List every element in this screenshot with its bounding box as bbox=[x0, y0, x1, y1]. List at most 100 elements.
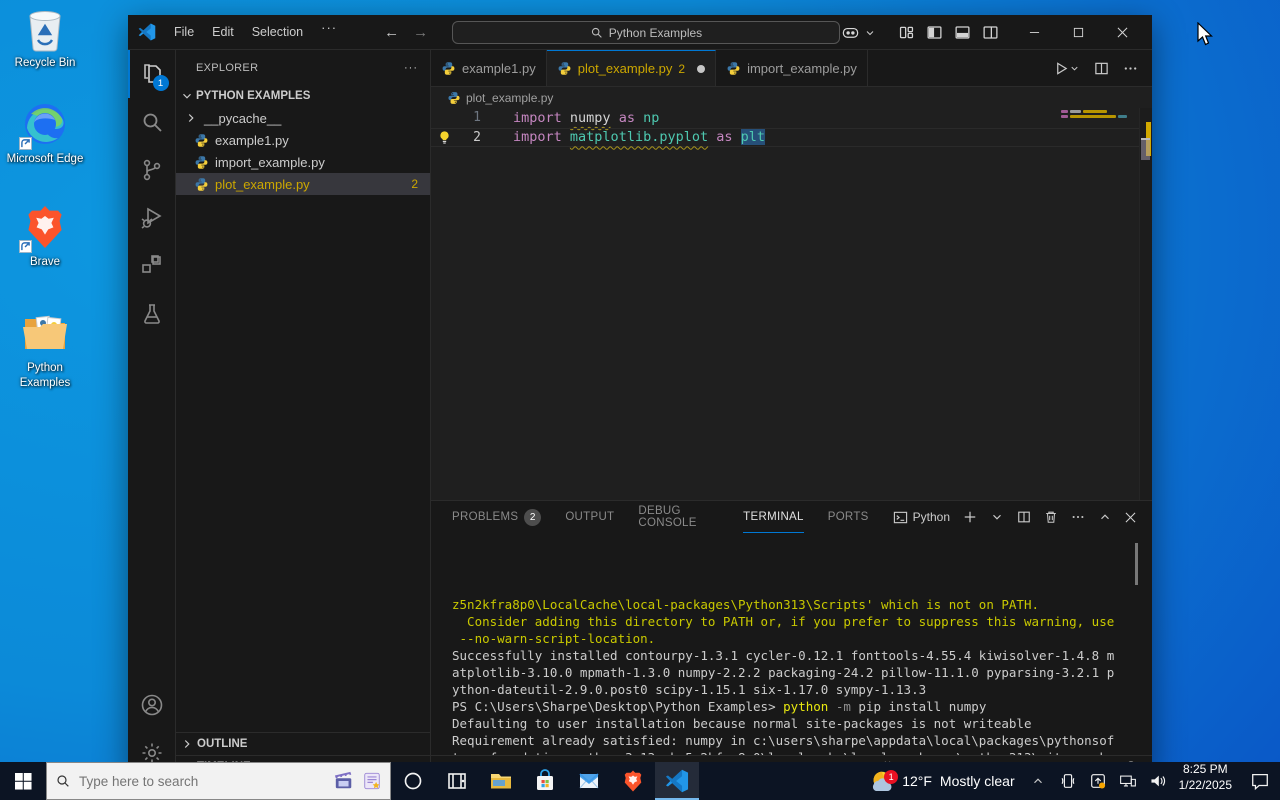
menu-edit[interactable]: Edit bbox=[203, 20, 243, 44]
tab-bar: example1.py plot_example.py 2 import_exampl… bbox=[431, 50, 1152, 87]
file-tree-item[interactable]: plot_example.py 2 bbox=[176, 173, 430, 195]
file-tree-item[interactable]: example1.py bbox=[176, 129, 430, 151]
activitybar-explorer[interactable]: 1 bbox=[127, 50, 176, 98]
panel-tab-ports[interactable]: PORTS bbox=[828, 501, 869, 533]
weather-widget[interactable]: 1 12°F Mostly clear bbox=[858, 762, 1024, 800]
command-center-search[interactable]: Python Examples bbox=[452, 21, 840, 44]
more-actions-button[interactable] bbox=[1123, 61, 1138, 76]
minimize-button[interactable] bbox=[1012, 15, 1056, 50]
terminal[interactable]: z5n2kfra8p0\LocalCache\local-packages\Py… bbox=[431, 533, 1152, 755]
menu-file[interactable]: File bbox=[165, 20, 203, 44]
activitybar-extensions[interactable] bbox=[128, 242, 176, 290]
problems-count-badge: 2 bbox=[411, 177, 418, 191]
folder-section-header[interactable]: PYTHON EXAMPLES bbox=[176, 85, 430, 107]
forward-arrow-icon[interactable]: → bbox=[413, 24, 428, 41]
customize-layout-button[interactable] bbox=[892, 20, 920, 46]
activitybar-accounts[interactable] bbox=[128, 681, 176, 729]
recyclebin-icon bbox=[21, 4, 69, 52]
edge-icon bbox=[19, 100, 69, 151]
desktop-icon-label: Python Examples bbox=[19, 362, 71, 389]
system-tray bbox=[1025, 762, 1171, 800]
action-center-button[interactable] bbox=[1240, 762, 1280, 800]
panel-more-button[interactable] bbox=[1071, 510, 1085, 524]
taskbar-brave-app[interactable] bbox=[611, 762, 655, 800]
modified-dot-icon[interactable] bbox=[697, 64, 706, 73]
menu-more-button[interactable]: ··· bbox=[312, 20, 346, 44]
taskbar-file-explorer[interactable] bbox=[479, 762, 523, 800]
close-panel-button[interactable] bbox=[1125, 512, 1136, 523]
panel-tab-terminal[interactable]: TERMINAL bbox=[743, 501, 804, 533]
taskbar-search[interactable] bbox=[46, 762, 391, 800]
close-button[interactable] bbox=[1100, 15, 1144, 50]
editor-tab[interactable]: example1.py bbox=[431, 50, 547, 86]
taskbar-store[interactable] bbox=[523, 762, 567, 800]
titlebar-right bbox=[836, 15, 1144, 50]
terminal-dropdown-button[interactable] bbox=[990, 510, 1004, 524]
toggle-secondary-sidebar-button[interactable] bbox=[976, 20, 1004, 46]
maximize-button[interactable] bbox=[1056, 15, 1100, 50]
terminal-line: atplotlib-3.10.0 mpmath-1.3.0 numpy-2.2.… bbox=[452, 665, 1115, 680]
menu-selection[interactable]: Selection bbox=[243, 20, 312, 44]
split-editor-button[interactable] bbox=[1094, 61, 1109, 76]
activitybar-source-control[interactable] bbox=[128, 146, 176, 194]
copilot-icon[interactable] bbox=[836, 20, 864, 46]
search-highlight-clapper-icon[interactable] bbox=[334, 771, 354, 791]
volume-icon[interactable] bbox=[1145, 772, 1171, 790]
activitybar-run-debug[interactable] bbox=[128, 194, 176, 242]
maximize-panel-button[interactable] bbox=[1098, 510, 1112, 524]
code-line[interactable]: 1 import numpy as np bbox=[431, 108, 1152, 128]
new-terminal-button[interactable] bbox=[963, 510, 977, 524]
taskbar-mail[interactable] bbox=[567, 762, 611, 800]
lightbulb-icon[interactable] bbox=[431, 130, 457, 145]
breadcrumb[interactable]: plot_example.py bbox=[431, 87, 1152, 108]
search-icon bbox=[590, 26, 603, 39]
search-icon bbox=[55, 773, 71, 789]
file-tree-item[interactable]: import_example.py bbox=[176, 151, 430, 173]
panel-tab-debug-console[interactable]: DEBUG CONSOLE bbox=[638, 501, 719, 533]
taskbar-task-view[interactable] bbox=[435, 762, 479, 800]
taskbar-clock[interactable]: 8:25 PM 1/22/2025 bbox=[1171, 762, 1240, 800]
split-terminal-button[interactable] bbox=[1017, 510, 1031, 524]
back-arrow-icon[interactable]: ← bbox=[384, 24, 399, 41]
toggle-sidebar-button[interactable] bbox=[920, 20, 948, 46]
run-button[interactable] bbox=[1054, 61, 1080, 76]
search-highlight-news-icon[interactable] bbox=[362, 771, 382, 791]
code-line[interactable]: 2 import matplotlib.pyplot as plt bbox=[431, 127, 1152, 147]
taskbar-vscode-app[interactable] bbox=[655, 762, 699, 800]
python-file-icon bbox=[194, 155, 209, 170]
panel-tab-output[interactable]: OUTPUT bbox=[565, 501, 614, 533]
activitybar-testing[interactable] bbox=[128, 290, 176, 338]
code-editor[interactable]: 1 import numpy as np 2 import matplotlib.py… bbox=[431, 108, 1152, 500]
kill-terminal-button[interactable] bbox=[1044, 510, 1058, 524]
chevron-down-icon[interactable] bbox=[864, 27, 876, 39]
desktop-icon-brave[interactable]: Brave bbox=[6, 203, 84, 269]
taskbar-search-input[interactable] bbox=[79, 773, 326, 789]
sidebar-section-outline[interactable]: OUTLINE bbox=[176, 733, 430, 755]
phone-link-icon[interactable] bbox=[1055, 772, 1081, 790]
explorer-more-icon[interactable]: ··· bbox=[404, 62, 418, 74]
terminal-scrollbar[interactable] bbox=[1135, 543, 1138, 585]
editor-scrollbar[interactable] bbox=[1139, 108, 1152, 500]
taskbar-cortana[interactable] bbox=[391, 762, 435, 800]
start-button[interactable] bbox=[0, 762, 46, 800]
terminal-profile[interactable]: Python bbox=[893, 510, 950, 525]
activitybar-search[interactable] bbox=[128, 98, 176, 146]
panel-tab-problems[interactable]: PROBLEMS 2 bbox=[452, 501, 542, 533]
search-text: Python Examples bbox=[608, 25, 703, 40]
tray-expand-button[interactable] bbox=[1025, 774, 1051, 788]
editor-actions bbox=[1054, 50, 1152, 86]
update-status-icon[interactable] bbox=[1085, 772, 1111, 790]
desktop-icons: Recycle Bin Microsoft Edge Brave Python Exa… bbox=[6, 4, 84, 404]
minimap[interactable] bbox=[1059, 108, 1139, 500]
chevron-right-icon bbox=[184, 111, 198, 125]
editor-tab[interactable]: plot_example.py 2 bbox=[546, 50, 717, 86]
desktop-icon-microsoft-edge[interactable]: Microsoft Edge bbox=[6, 100, 84, 166]
network-icon[interactable] bbox=[1115, 772, 1141, 790]
file-tree-item[interactable]: __pycache__ bbox=[176, 107, 430, 129]
activitybar-badge: 1 bbox=[152, 75, 169, 91]
python-file-icon bbox=[194, 133, 209, 148]
desktop-icon-python-examples[interactable]: Python Examples bbox=[6, 309, 84, 390]
editor-tab[interactable]: import_example.py bbox=[716, 50, 868, 86]
desktop-icon-recycle-bin[interactable]: Recycle Bin bbox=[6, 4, 84, 70]
toggle-panel-button[interactable] bbox=[948, 20, 976, 46]
